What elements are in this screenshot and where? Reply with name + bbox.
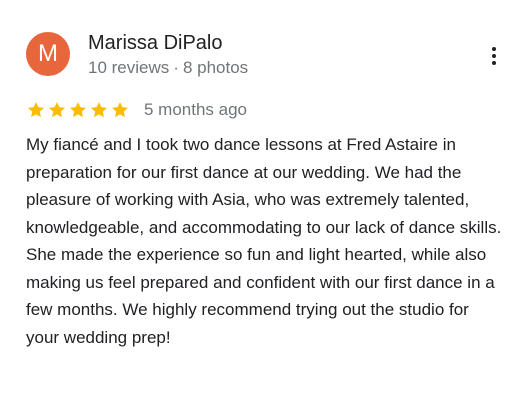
star-rating (26, 100, 130, 120)
more-vert-icon (492, 47, 496, 51)
more-vert-icon-dot (492, 61, 496, 65)
star-icon (91, 102, 107, 118)
more-vert-icon-dot (492, 54, 496, 58)
star-icon (112, 102, 128, 118)
photos-count: 8 photos (182, 58, 249, 77)
star-icon (28, 102, 44, 118)
more-options-button[interactable] (484, 44, 504, 68)
rating-row: 5 months ago (26, 97, 247, 123)
review-card: M Marissa DiPalo 10 reviews · 8 photos 5 m… (0, 0, 514, 402)
reviewer-name[interactable]: Marissa DiPalo (88, 30, 222, 56)
meta-separator: · (173, 58, 179, 77)
reviewer-meta: 10 reviews · 8 photos (88, 57, 248, 79)
star-icon (49, 102, 65, 118)
review-time: 5 months ago (144, 100, 248, 119)
star-icon (70, 102, 86, 118)
review-text: My fiancé and I took two dance lessons a… (26, 135, 502, 347)
reviews-count: 10 reviews (88, 58, 170, 77)
avatar[interactable]: M (26, 32, 70, 76)
